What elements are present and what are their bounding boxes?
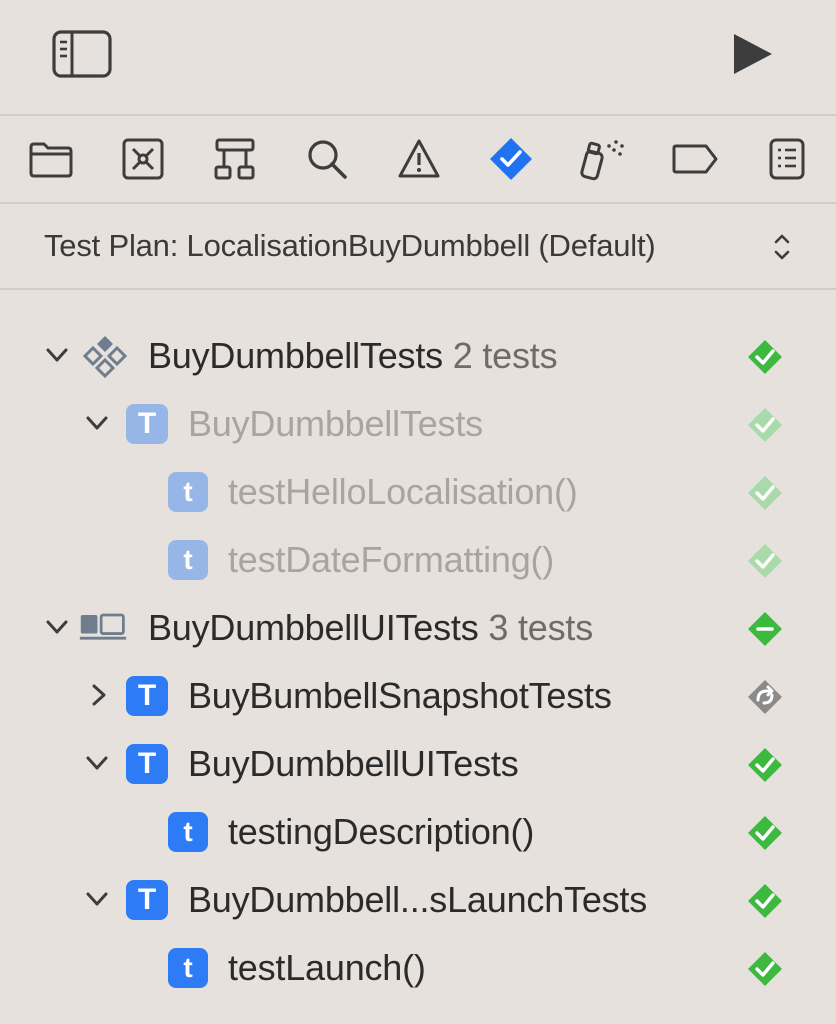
warning-icon <box>398 139 440 178</box>
tree-row-test-date[interactable]: t testDateFormatting() <box>0 526 836 592</box>
sidebar-toggle-button[interactable] <box>52 29 112 79</box>
tree-row-bundle-ui-tests[interactable]: BuyDumbbellUITests 3 tests <box>0 594 836 660</box>
test-plan-selector[interactable]: Test Plan: LocalisationBuyDumbbell (Defa… <box>0 204 836 288</box>
test-name: testLaunch() <box>228 947 426 988</box>
class-name: BuyDumbbellUITests <box>188 743 519 784</box>
tree-row-test-description[interactable]: t testingDescription() <box>0 798 836 864</box>
tree-row-class-snapshot[interactable]: T BuyBumbellSnapshotTests <box>0 662 836 728</box>
test-method-icon: t <box>168 812 208 852</box>
test-class-icon: T <box>126 676 168 716</box>
run-button[interactable] <box>728 30 776 78</box>
passed-status-icon <box>748 476 782 510</box>
sidebar-left-icon <box>52 30 112 78</box>
passed-status-icon <box>748 544 782 578</box>
test-method-icon: t <box>168 540 208 580</box>
issue-navigator-tab[interactable] <box>394 134 444 184</box>
passed-status-icon <box>748 884 782 918</box>
debug-navigator-tab[interactable] <box>578 134 628 184</box>
test-method-icon: t <box>168 948 208 988</box>
tree-row-bundle-unit-tests[interactable]: BuyDumbbellTests 2 tests <box>0 322 836 388</box>
class-name: BuyDumbbell...sLaunchTests <box>188 879 648 920</box>
class-name: BuyDumbbellTests <box>188 403 483 444</box>
search-icon <box>308 140 347 179</box>
test-class-icon: T <box>126 880 168 920</box>
passed-status-icon <box>748 748 782 782</box>
chevron-down-icon[interactable] <box>44 614 70 640</box>
test-class-icon: T <box>126 744 168 784</box>
up-down-chevron-icon <box>774 234 790 260</box>
chevron-down-icon[interactable] <box>84 750 110 776</box>
project-navigator-tab[interactable] <box>26 134 76 184</box>
source-control-icon <box>122 138 164 180</box>
navigator-selector-bar <box>0 116 836 202</box>
test-name: testDateFormatting() <box>228 539 555 580</box>
bundle-name: BuyDumbbellTests <box>148 335 443 376</box>
test-bundle-icon <box>82 336 128 378</box>
tree-row-test-hello[interactable]: t testHelloLocalisation() <box>0 458 836 524</box>
test-icon <box>490 138 532 180</box>
chevron-right-icon[interactable] <box>86 682 112 708</box>
tree-row-class-ui-tests[interactable]: T BuyDumbbellUITests <box>0 730 836 796</box>
tree-row-class-unit-tests[interactable]: T BuyDumbbellTests <box>0 390 836 456</box>
debug-icon <box>580 140 624 181</box>
bundle-name: BuyDumbbellUITests <box>148 607 479 648</box>
bundle-label: BuyDumbbellUITests 3 tests <box>148 606 593 650</box>
breakpoint-icon <box>672 144 718 174</box>
partial-status-icon <box>748 612 782 646</box>
test-class-icon: T <box>126 404 168 444</box>
passed-status-icon <box>748 408 782 442</box>
chevron-down-icon[interactable] <box>44 342 70 368</box>
report-icon <box>769 138 805 180</box>
bundle-label: BuyDumbbellTests 2 tests <box>148 334 558 378</box>
find-navigator-tab[interactable] <box>302 134 352 184</box>
chevron-down-icon[interactable] <box>84 886 110 912</box>
test-name: testingDescription() <box>228 811 535 852</box>
chevron-down-icon[interactable] <box>84 410 110 436</box>
tree-row-test-launch[interactable]: t testLaunch() <box>0 934 836 1000</box>
test-navigator-tab[interactable] <box>486 134 536 184</box>
skipped-status-icon <box>748 680 782 714</box>
symbol-navigator-tab[interactable] <box>210 134 260 184</box>
test-method-icon: t <box>168 472 208 512</box>
folder-icon <box>29 142 73 178</box>
class-name: BuyBumbellSnapshotTests <box>188 675 612 716</box>
passed-status-icon <box>748 952 782 986</box>
passed-status-icon <box>748 816 782 850</box>
hierarchy-icon <box>214 138 255 180</box>
source-control-navigator-tab[interactable] <box>118 134 168 184</box>
test-plan-label: Test Plan: LocalisationBuyDumbbell (Defa… <box>44 228 656 263</box>
toolbar <box>0 0 836 114</box>
test-name: testHelloLocalisation() <box>228 471 578 512</box>
plan-divider <box>0 288 836 290</box>
test-count: 3 tests <box>488 607 593 648</box>
test-count: 2 tests <box>452 335 558 376</box>
report-navigator-tab[interactable] <box>762 134 812 184</box>
breakpoint-navigator-tab[interactable] <box>670 134 720 184</box>
ui-test-bundle-icon <box>79 613 127 640</box>
tree-row-class-launch[interactable]: T BuyDumbbell...sLaunchTests <box>0 866 836 932</box>
play-icon <box>734 34 772 74</box>
passed-status-icon <box>748 340 782 374</box>
